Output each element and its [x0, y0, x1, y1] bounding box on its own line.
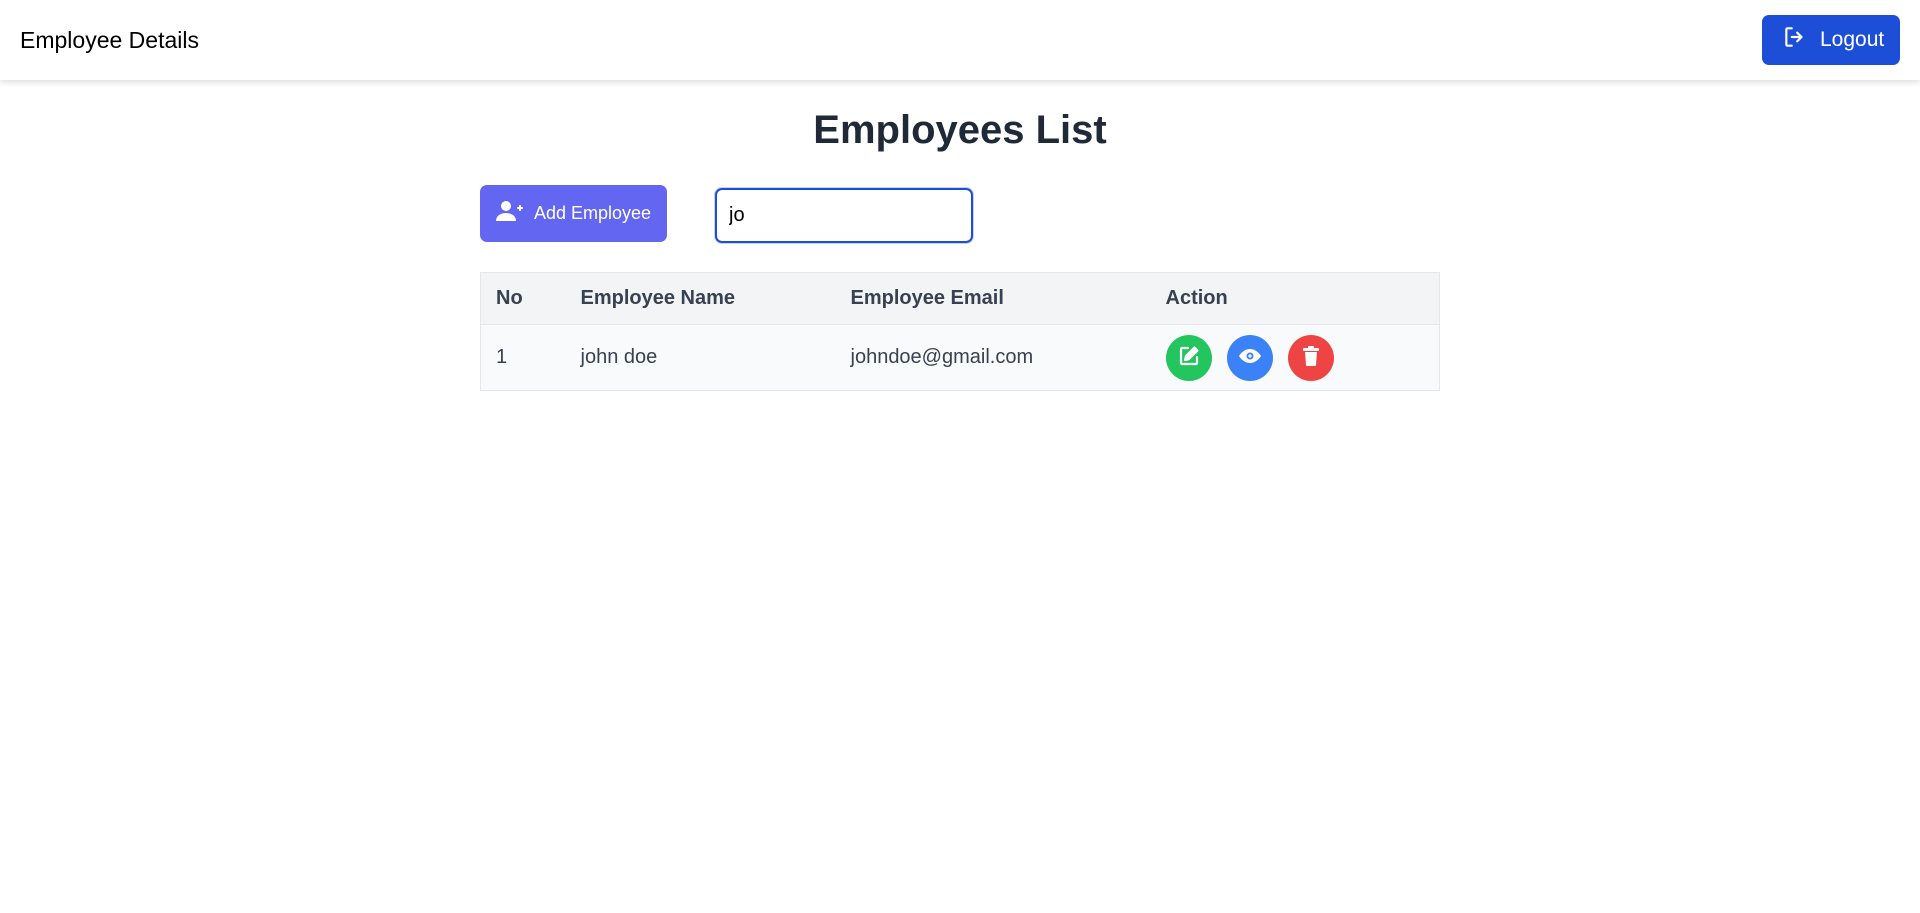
page-title: Employees List	[813, 108, 1107, 152]
search-input[interactable]	[715, 188, 973, 243]
header-no: No	[496, 287, 523, 309]
cell-no: 1	[496, 346, 508, 368]
header-employee-email: Employee Email	[850, 287, 1004, 309]
header-action: Action	[1165, 287, 1228, 309]
table-row: 1 john doe johndoe@gmail.com	[480, 324, 1440, 391]
header-employee-name: Employee Name	[580, 287, 736, 309]
employees-table: No Employee Name Employee Email Action 1…	[480, 272, 1440, 391]
logout-label: Logout	[1820, 28, 1885, 51]
cell-actions	[1151, 325, 1440, 391]
brand-title: Employee Details	[20, 26, 199, 53]
logout-icon	[1782, 24, 1808, 56]
table-header-row: No Employee Name Employee Email Action	[480, 272, 1440, 325]
user-plus-icon	[495, 200, 524, 227]
edit-button[interactable]	[1165, 334, 1212, 381]
employees-table-container: No Employee Name Employee Email Action 1…	[480, 272, 1440, 391]
add-employee-label: Add Employee	[533, 203, 652, 223]
delete-button[interactable]	[1287, 334, 1334, 381]
logout-button[interactable]: Logout	[1762, 15, 1900, 65]
cell-employee-email: johndoe@gmail.com	[850, 346, 1034, 368]
cell-employee-name: john doe	[580, 346, 658, 368]
add-employee-button[interactable]: Add Employee	[480, 185, 667, 242]
row-actions	[1165, 334, 1425, 381]
edit-icon	[1177, 344, 1201, 371]
navbar: Employee Details Logout	[0, 0, 1920, 80]
trash-icon	[1299, 344, 1323, 371]
eye-icon	[1238, 344, 1262, 371]
view-button[interactable]	[1226, 334, 1273, 381]
